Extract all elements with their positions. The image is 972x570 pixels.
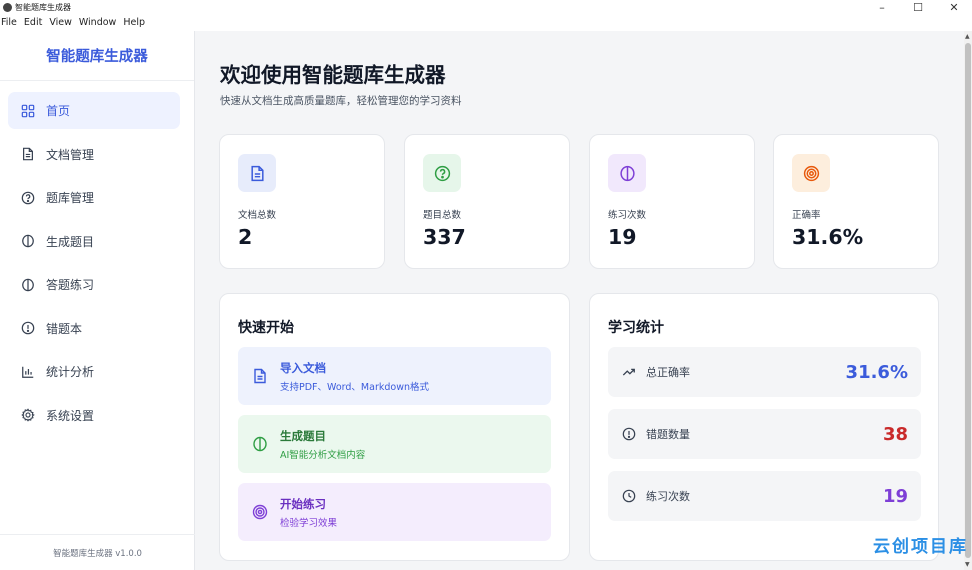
quick-item-desc: 检验学习效果 [280,517,338,529]
app-icon [3,2,12,12]
quick-generate-questions[interactable]: 生成题目 AI智能分析文档内容 [238,415,551,473]
sidebar-item-home[interactable]: 首页 [8,92,180,129]
stat-value: 19 [608,225,637,249]
window-title: 智能题库生成器 [15,2,71,12]
quick-item-title: 生成题目 [280,428,326,443]
minimize-button[interactable]: – [864,0,900,14]
sidebar-nav: 首页 文档管理 题库管理 生成题目 答题练习 错题本 统计分析 系统设置 [0,81,194,434]
sidebar-item-label: 系统设置 [46,408,95,423]
menu-window[interactable]: Window [78,17,121,28]
sidebar-item-settings[interactable]: 系统设置 [8,397,180,434]
stat-row-value: 19 [882,485,908,507]
sidebar-item-label: 统计分析 [46,365,95,379]
stat-value: 2 [238,225,253,249]
stat-card-accuracy: 正确率 31.6% [773,134,939,269]
gear-icon [21,408,35,422]
document-icon [238,154,276,192]
sidebar-item-label: 错题本 [46,321,83,336]
brain-icon [252,436,268,452]
sidebar-item-label: 生成题目 [46,234,95,249]
stat-row-practice: 练习次数 19 [608,471,921,521]
sidebar-item-generate[interactable]: 生成题目 [8,223,180,260]
main-content: 欢迎使用智能题库生成器 快速从文档生成高质量题库，轻松管理您的学习资料 文档总数… [195,31,964,570]
sidebar-item-label: 文档管理 [46,147,95,162]
brain-icon [21,234,35,248]
stat-label: 题目总数 [423,210,462,221]
stat-row-value: 38 [882,423,908,445]
scroll-thumb[interactable] [965,43,971,558]
bar-chart-icon [21,365,35,379]
panel-title: 快速开始 [238,320,294,336]
stat-value: 31.6% [792,225,864,249]
sidebar-item-analytics[interactable]: 统计分析 [8,353,180,390]
panel-title: 学习统计 [608,320,664,336]
brand-logo: 智能题库生成器 [0,31,194,81]
stat-row-accuracy: 总正确率 31.6% [608,347,921,397]
trending-up-icon [622,365,636,379]
menu-help[interactable]: Help [122,17,150,28]
menu-view[interactable]: View [48,17,77,28]
quick-item-title: 导入文档 [280,360,326,375]
quick-item-title: 开始练习 [280,496,326,511]
vertical-scrollbar[interactable]: ▲ ▼ [964,31,972,570]
target-icon [252,504,268,520]
question-circle-icon [21,191,35,205]
sidebar-item-documents[interactable]: 文档管理 [8,136,180,173]
watermark: 云创项目库 [873,537,968,557]
stat-card-documents: 文档总数 2 [219,134,385,269]
question-circle-icon [423,154,461,192]
quick-item-desc: AI智能分析文档内容 [280,449,366,461]
stat-row-value: 31.6% [845,361,908,383]
sidebar: 智能题库生成器 首页 文档管理 题库管理 生成题目 答题练习 错题本 统计分析 … [0,31,195,570]
menu-file[interactable]: File [0,17,22,28]
window-titlebar: 智能题库生成器 – ☐ ✕ [0,0,972,14]
quick-import-document[interactable]: 导入文档 支持PDF、Word、Markdown格式 [238,347,551,405]
dashboard-grid-icon [21,104,35,118]
sidebar-item-mistakes[interactable]: 错题本 [8,310,180,347]
stat-label: 文档总数 [238,210,277,221]
brain-icon [608,154,646,192]
document-icon [252,368,268,384]
sidebar-item-question-bank[interactable]: 题库管理 [8,179,180,216]
stat-row-label: 总正确率 [646,366,690,379]
window-controls: – ☐ ✕ [864,0,972,14]
page-title: 欢迎使用智能题库生成器 [220,63,446,87]
stat-card-practice: 练习次数 19 [589,134,755,269]
scroll-down-arrow-icon[interactable]: ▼ [965,561,970,568]
menu-bar: File Edit View Window Help [0,14,972,31]
target-icon [792,154,830,192]
sidebar-item-practice[interactable]: 答题练习 [8,266,180,303]
document-icon [21,147,35,161]
menu-edit[interactable]: Edit [23,17,47,28]
close-button[interactable]: ✕ [936,0,972,14]
stat-label: 练习次数 [608,210,647,221]
sidebar-item-label: 首页 [46,104,71,118]
clock-icon [622,489,636,503]
quick-start-practice[interactable]: 开始练习 检验学习效果 [238,483,551,541]
brain-icon [21,278,35,292]
page-subtitle: 快速从文档生成高质量题库，轻松管理您的学习资料 [220,95,462,107]
sidebar-item-label: 答题练习 [46,278,95,292]
quick-start-panel: 快速开始 导入文档 支持PDF、Word、Markdown格式 生成题目 AI智… [219,293,570,561]
quick-item-desc: 支持PDF、Word、Markdown格式 [280,381,429,393]
stat-card-questions: 题目总数 337 [404,134,570,269]
stat-label: 正确率 [792,210,821,221]
alert-circle-icon [21,321,35,335]
maximize-button[interactable]: ☐ [900,0,936,14]
scroll-up-arrow-icon[interactable]: ▲ [965,33,970,40]
stat-value: 337 [423,225,466,249]
learning-stats-panel: 学习统计 总正确率 31.6% 错题数量 38 练习次数 19 [589,293,939,561]
sidebar-item-label: 题库管理 [46,191,95,205]
stat-row-label: 练习次数 [646,490,690,503]
stat-row-label: 错题数量 [646,428,690,441]
app-version: 智能题库生成器 v1.0.0 [0,534,195,570]
stat-row-mistakes: 错题数量 38 [608,409,921,459]
alert-circle-icon [622,427,636,441]
